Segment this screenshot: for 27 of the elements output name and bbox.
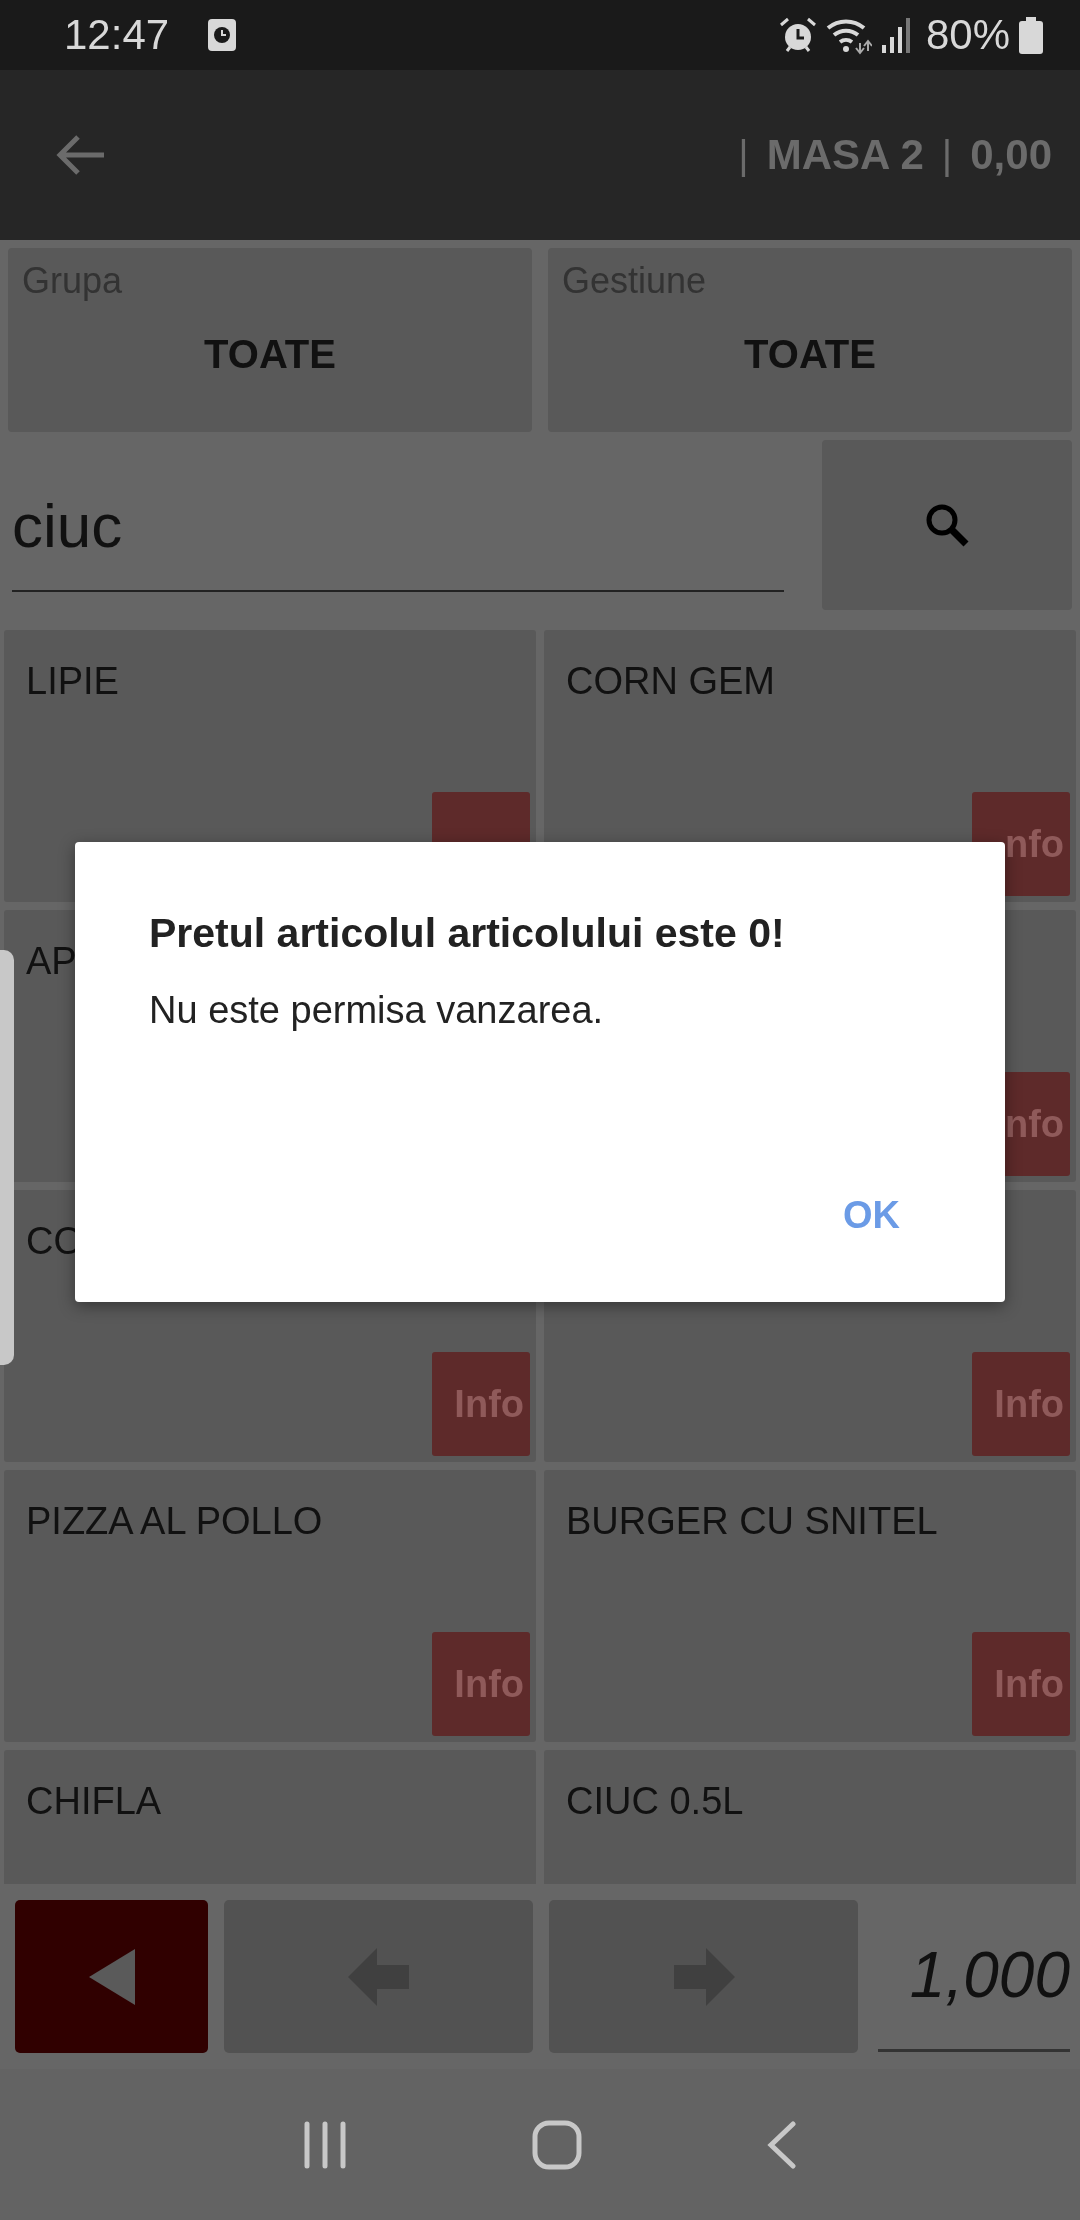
separator-text: | [941,132,953,178]
status-time: 12:47 [64,11,170,59]
product-name: BURGER CU SNITEL [566,1500,938,1543]
product-name: CIUC 0.5L [566,1780,744,1823]
quantity-field[interactable]: 1,000 [878,1901,1070,2052]
battery-level: 80% [925,11,1010,59]
product-tile[interactable]: CIUC 0.5L [544,1750,1076,1884]
delete-button[interactable] [15,1900,208,2053]
dialog-title: Pretul articolul articolului este 0! [149,910,785,957]
product-name: AP [26,940,77,983]
recent-apps-icon[interactable] [302,2120,347,2169]
separator-text: | [738,132,749,178]
product-name: PIZZA AL POLLO [26,1500,323,1543]
product-name: CHIFLA [26,1780,162,1823]
toolbar-info: 0,00 [970,131,1052,179]
back-arrow-icon[interactable] [56,135,106,175]
back-icon[interactable] [767,2120,798,2169]
battery-icon [1018,15,1044,55]
search-field[interactable]: ciuc [12,460,784,592]
product-tile[interactable]: CHIFLA [4,1750,536,1884]
signal-icon [879,15,912,55]
home-icon[interactable] [532,2119,582,2170]
dialog-message: Nu este permisa vanzarea. [149,989,604,1032]
app-notification-icon [207,18,238,52]
product-name: CORN GEM [566,660,775,703]
product-name: LIPIE [26,660,119,703]
toolbar-info: MASA 2 [766,131,924,179]
